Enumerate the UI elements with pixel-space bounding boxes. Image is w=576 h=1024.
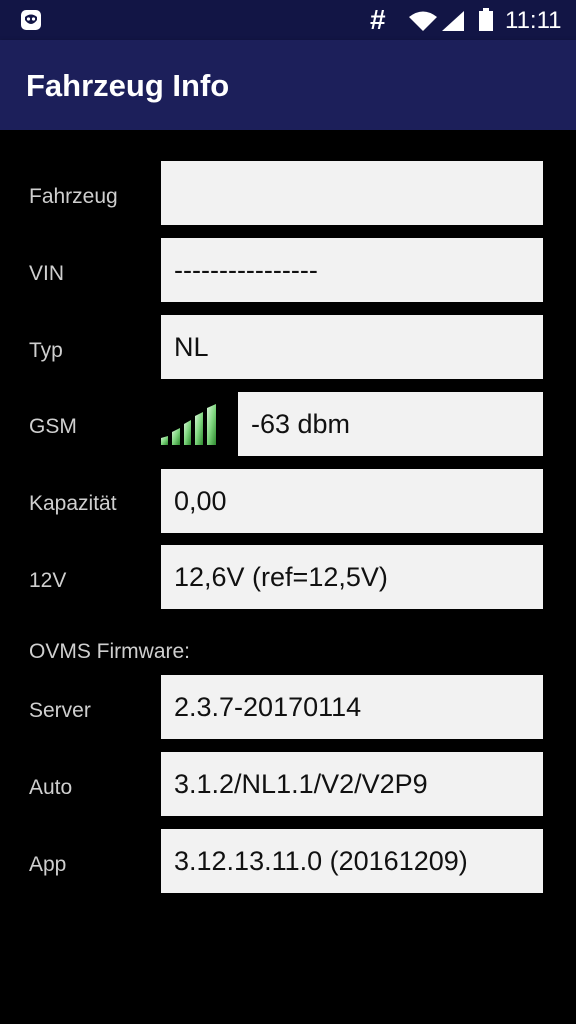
kapazitaet-label: Kapazität [29,492,117,515]
server-field[interactable]: 2.3.7-20170114 [161,675,543,739]
typ-field[interactable]: NL [161,315,543,379]
app-notification-icon [21,10,41,30]
fahrzeug-label: Fahrzeug [29,185,118,208]
status-clock: 11:11 [505,7,562,34]
gsm-label: GSM [29,415,77,438]
v12-label: 12V [29,569,67,592]
v12-field[interactable]: 12,6V (ref=12,5V) [161,545,543,609]
app-label: App [29,853,67,876]
firmware-section-heading: OVMS Firmware: [29,640,191,663]
app-field[interactable]: 3.12.13.11.0 (20161209) [161,829,543,893]
fahrzeug-field[interactable] [161,161,543,225]
hash-icon: # [370,4,386,35]
typ-label: Typ [29,339,63,362]
page-title: Fahrzeug Info [26,68,230,103]
vin-field[interactable]: ---------------- [161,238,543,302]
auto-field[interactable]: 3.1.2/NL1.1/V2/V2P9 [161,752,543,816]
status-bar: # 11:11 [0,0,576,40]
kapazitaet-field[interactable]: 0,00 [161,469,543,533]
auto-label: Auto [29,776,73,799]
wifi-icon [409,11,437,31]
gsm-field[interactable]: -63 dbm [238,392,543,456]
server-label: Server [29,699,91,722]
app-bar: Fahrzeug Info [0,40,576,130]
cell-signal-icon [442,11,464,31]
signal-strength-icon [161,404,216,445]
battery-icon [479,8,493,31]
vin-label: VIN [29,262,65,285]
